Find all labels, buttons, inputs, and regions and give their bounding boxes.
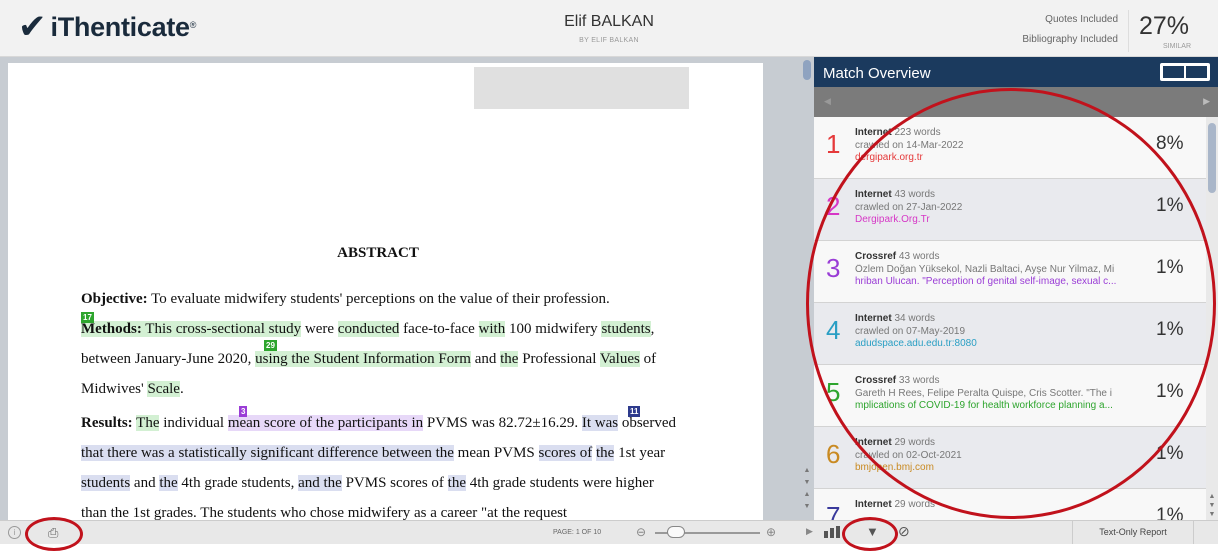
match-text[interactable]: the xyxy=(159,475,178,491)
match-text[interactable]: that there was a statistically significa… xyxy=(81,445,454,461)
text-only-report-button[interactable]: Text-Only Report xyxy=(1072,521,1194,544)
previous-arrow-icon[interactable]: ◀ xyxy=(824,96,831,107)
match-tag-11[interactable]: 11 xyxy=(628,406,641,417)
plain-text: Professional xyxy=(518,351,600,367)
quotes-included-label: Quotes Included xyxy=(1045,14,1118,25)
exclude-icon[interactable]: ⊘ xyxy=(898,523,910,540)
abstract-heading: ABSTRACT xyxy=(337,245,419,261)
match-list-scroll-arrows[interactable]: ▲ ▼ ▼ xyxy=(1206,492,1218,520)
objective-label: Objective: xyxy=(81,291,148,307)
plain-text: 1st year xyxy=(614,445,666,461)
match-text[interactable]: using the Student Information Form xyxy=(255,351,471,367)
document-scroll-arrows[interactable]: ▲ ▼ ▲ ▼ xyxy=(800,465,814,520)
plain-text: PVMS was 82.72±16.29. xyxy=(423,415,582,431)
match-text[interactable]: Values xyxy=(599,351,640,367)
match-text[interactable]: It was xyxy=(581,415,619,431)
match-tag-17[interactable]: 17 xyxy=(81,312,94,323)
document-scroll-thumb[interactable] xyxy=(803,60,811,80)
plain-text: 4th grade students, xyxy=(177,475,299,491)
plain-text: . xyxy=(179,381,184,397)
match-text[interactable]: Scale xyxy=(147,381,180,397)
zoom-out-icon[interactable]: ⊖ xyxy=(636,525,646,539)
results-paragraph: 3 11 Results: The individual mean score of… xyxy=(81,406,676,523)
match-number: 6 xyxy=(826,439,841,469)
view-toggle-icon[interactable] xyxy=(1160,63,1210,81)
redacted-block xyxy=(474,67,689,109)
annotation-oval-match-list xyxy=(806,88,1216,519)
next-arrow-icon[interactable]: ▶ xyxy=(1203,96,1210,107)
zoom-in-icon[interactable]: ⊕ xyxy=(766,525,776,539)
match-text[interactable]: students xyxy=(601,321,651,337)
filter-status: Quotes Included Bibliography Included xyxy=(1022,10,1118,50)
plain-text: mean PVMS xyxy=(453,445,539,461)
match-text[interactable]: with xyxy=(478,321,506,337)
match-percent: 1% xyxy=(1156,505,1184,520)
match-tag-29[interactable]: 29 xyxy=(264,340,277,351)
methods-paragraph: 17 Methods: This cross-sectional study we… xyxy=(81,312,676,404)
panel-title: Match Overview xyxy=(823,65,931,82)
panel-header: Match Overview xyxy=(814,57,1218,87)
zoom-slider-knob[interactable] xyxy=(667,526,685,538)
match-text[interactable]: the xyxy=(500,351,519,367)
document-viewer[interactable]: ABSTRACT Objective: To evaluate midwifer… xyxy=(0,57,800,523)
match-percent: 8% xyxy=(1156,133,1184,154)
plain-text: 100 midwifery xyxy=(505,321,602,337)
page-indicator: PAGE: 1 OF 10 xyxy=(553,529,602,536)
plain-text: individual xyxy=(159,415,228,431)
plain-text: were xyxy=(301,321,338,337)
similarity-label: SIMILAR xyxy=(1163,43,1192,50)
match-text[interactable]: mean score of the participants in xyxy=(227,415,424,431)
match-text[interactable]: the xyxy=(447,475,466,491)
match-text[interactable]: scores of xyxy=(538,445,593,461)
match-text[interactable]: and the xyxy=(298,475,342,491)
plain-text: observed xyxy=(618,415,676,431)
plain-text: and xyxy=(130,475,160,491)
methods-label[interactable]: Methods: xyxy=(81,321,142,337)
match-text[interactable]: The xyxy=(136,415,160,431)
bar-chart-icon[interactable] xyxy=(824,526,840,538)
plain-text: face-to-face xyxy=(399,321,479,337)
match-text[interactable]: the xyxy=(595,445,615,461)
bibliography-included-label: Bibliography Included xyxy=(1022,34,1118,45)
bottom-toolbar: i ⎙ PAGE: 1 OF 10 ⊖ ⊕ ▶ ▼ ⊘ Text-Only Re… xyxy=(0,520,1218,544)
info-icon[interactable]: i xyxy=(8,526,21,539)
document-page[interactable]: ABSTRACT Objective: To evaluate midwifer… xyxy=(8,63,763,523)
app-header: ✔ iThenticate ® Elif BALKAN BY ELIF BALK… xyxy=(0,0,1218,57)
collapse-arrow-icon[interactable]: ▶ xyxy=(806,526,813,537)
match-tag-3[interactable]: 3 xyxy=(239,406,248,417)
match-number: 1 xyxy=(826,129,841,159)
match-list-scroll-thumb[interactable] xyxy=(1208,123,1216,193)
objective-paragraph: Objective: To evaluate midwifery student… xyxy=(81,284,676,314)
match-source: Internet 29 words xyxy=(855,499,935,510)
plain-text: PVMS scores of xyxy=(341,475,448,491)
annotation-oval-print xyxy=(25,517,83,551)
match-text[interactable]: students xyxy=(81,475,131,491)
match-number: 7 xyxy=(826,501,841,520)
plain-text: and xyxy=(470,351,501,367)
results-label: Results: xyxy=(81,415,133,431)
match-text[interactable]: This cross-sectional study xyxy=(141,321,302,337)
match-type: Internet xyxy=(855,499,892,510)
similarity-score: 27% SIMILAR xyxy=(1128,10,1207,52)
objective-text: To evaluate midwifery students' percepti… xyxy=(147,291,610,307)
match-text[interactable]: conducted xyxy=(337,321,400,337)
annotation-oval-filter xyxy=(842,517,898,551)
similarity-percent: 27% xyxy=(1139,12,1190,40)
